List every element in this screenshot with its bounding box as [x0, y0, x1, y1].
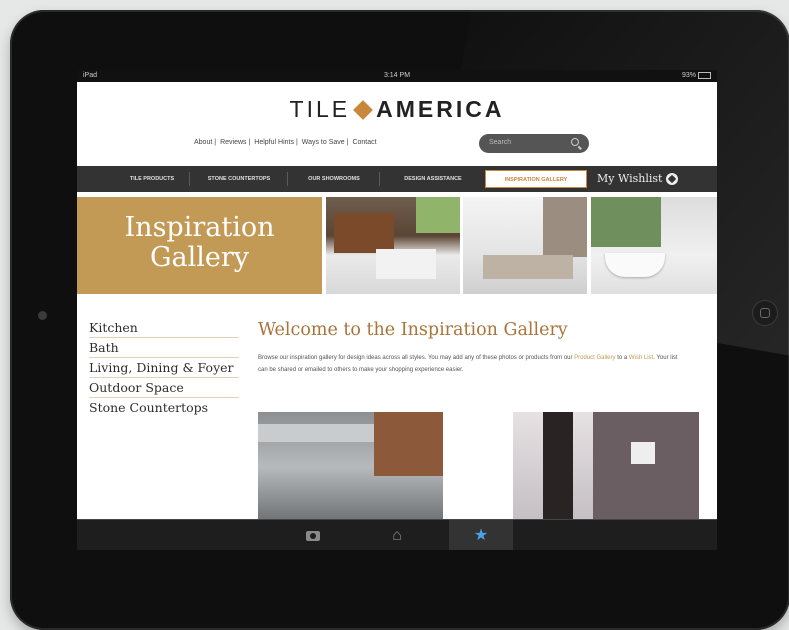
top-links: About | Reviews | Helpful Hints | Ways to S…	[194, 139, 377, 146]
gallery-thumbnail-kitchen[interactable]	[258, 412, 443, 522]
nav-divider	[189, 172, 190, 186]
kitchen-photo	[326, 197, 460, 294]
wish-list-link[interactable]: Wish List	[629, 355, 653, 361]
banner-title: Inspiration Gallery	[77, 197, 322, 294]
wishlist-button[interactable]: My Wishlist	[597, 166, 679, 192]
product-gallery-link[interactable]: Product Gallery	[574, 355, 615, 361]
nav-design-assistance[interactable]: DESIGN ASSISTANCE	[383, 166, 483, 192]
battery-indicator: 93%	[682, 70, 711, 82]
search-placeholder: Search	[489, 139, 512, 146]
intro-text: Browse our inspiration gallery for desig…	[258, 352, 688, 376]
nav-tile-products[interactable]: TILE PRODUCTS	[117, 166, 187, 192]
nav-inspiration-gallery[interactable]: INSPIRATION GALLERY	[485, 170, 587, 188]
home-button[interactable]	[752, 300, 778, 326]
tab-favorites[interactable]: ★	[449, 520, 513, 550]
sidebar-item-outdoor-space[interactable]: Outdoor Space	[89, 378, 239, 398]
chevron-down-icon	[666, 173, 679, 185]
tab-home[interactable]: ⌂	[365, 520, 429, 550]
app-tab-bar: ⌂ ★	[77, 519, 717, 550]
bedroom-photo	[463, 197, 587, 294]
logo-text-america: AMERICA	[376, 96, 505, 122]
battery-percent: 93%	[681, 72, 696, 79]
home-button-square-icon	[760, 308, 770, 318]
nav-stone-countertops[interactable]: STONE COUNTERTOPS	[193, 166, 285, 192]
sidebar-item-living-dining-foyer[interactable]: Living, Dining & Foyer	[89, 358, 239, 378]
home-icon: ⌂	[392, 527, 402, 544]
link-contact[interactable]: Contact	[352, 139, 376, 146]
banner-title-line1: Inspiration	[124, 212, 275, 243]
link-about[interactable]: About	[194, 139, 212, 146]
status-bar: iPad 3:14 PM 93%	[77, 70, 717, 82]
page-title: Welcome to the Inspiration Gallery	[258, 320, 568, 340]
link-reviews[interactable]: Reviews	[220, 139, 246, 146]
banner-title-line2: Gallery	[149, 242, 250, 273]
clock: 3:14 PM	[383, 72, 411, 79]
camera-icon	[306, 530, 320, 541]
front-camera	[38, 311, 47, 320]
logo-diamond-icon	[353, 100, 374, 120]
search-input[interactable]: Search	[479, 134, 589, 153]
star-icon: ★	[473, 527, 489, 544]
sidebar-item-kitchen[interactable]: Kitchen	[89, 318, 239, 338]
logo-text-tile: TILE	[289, 96, 351, 122]
search-icon[interactable]	[571, 138, 579, 146]
battery-icon	[698, 71, 711, 79]
bathroom-photo	[591, 197, 717, 294]
nav-our-showrooms[interactable]: OUR SHOWROOMS	[291, 166, 377, 192]
nav-divider	[287, 172, 288, 186]
category-sidebar: Kitchen Bath Living, Dining & Foyer Outd…	[89, 318, 239, 417]
main-nav: TILE PRODUCTS STONE COUNTERTOPS OUR SHOW…	[77, 166, 717, 192]
nav-divider	[379, 172, 380, 186]
ipad-screen: iPad 3:14 PM 93% TILE AMERICA About | Revi…	[77, 70, 717, 550]
link-helpful-hints[interactable]: Helpful Hints	[254, 139, 294, 146]
tab-camera[interactable]	[281, 520, 345, 550]
sidebar-item-stone-countertops[interactable]: Stone Countertops	[89, 398, 239, 417]
site-logo[interactable]: TILE AMERICA	[77, 96, 717, 123]
intro-text-part2: to a	[615, 355, 629, 361]
link-ways-to-save[interactable]: Ways to Save	[302, 139, 345, 146]
sidebar-item-bath[interactable]: Bath	[89, 338, 239, 358]
wishlist-label: My Wishlist	[597, 172, 663, 185]
gallery-thumbnail-bath[interactable]	[513, 412, 699, 522]
hero-banner: Inspiration Gallery	[77, 197, 717, 294]
intro-text-part1: Browse our inspiration gallery for desig…	[258, 355, 575, 361]
